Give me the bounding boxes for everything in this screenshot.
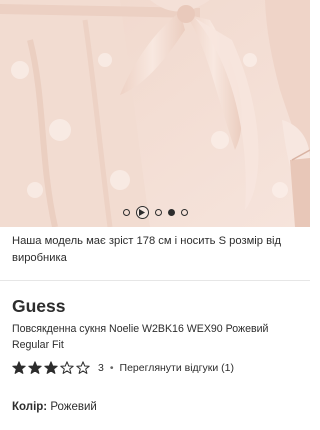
color-label: Колір: [12,401,48,413]
product-photo[interactable] [0,0,310,227]
play-icon [139,208,145,216]
color-row: Колір: Рожевий [12,401,97,413]
rating-stars[interactable] [12,361,90,375]
color-value: Рожевий [50,401,97,413]
rating-count: 3 [98,362,104,374]
rating-separator: • [109,362,114,374]
brand-name[interactable]: Guess [12,296,66,317]
gallery-dot-4[interactable] [180,208,188,216]
product-title: Повсякденна сукня Noelie W2BK16 WEX90 Ро… [12,323,269,351]
star-empty-icon [60,361,74,375]
star-empty-icon [76,361,90,375]
product-image-gallery[interactable] [0,0,310,227]
view-reviews-link[interactable]: Переглянути відгуки (1) [120,362,234,374]
star-filled-icon [28,361,42,375]
gallery-pagination [0,204,310,220]
star-filled-icon [44,361,58,375]
divider [0,280,310,281]
gallery-dot-2[interactable] [154,208,162,216]
gallery-dot-3-active[interactable] [167,208,175,216]
play-video-button[interactable] [135,205,149,219]
rating-row: 3 • Переглянути відгуки (1) [12,360,234,376]
gallery-dot-1[interactable] [122,208,130,216]
star-filled-icon [12,361,26,375]
model-size-note: Наша модель має зріст 178 см і носить S … [12,235,282,264]
